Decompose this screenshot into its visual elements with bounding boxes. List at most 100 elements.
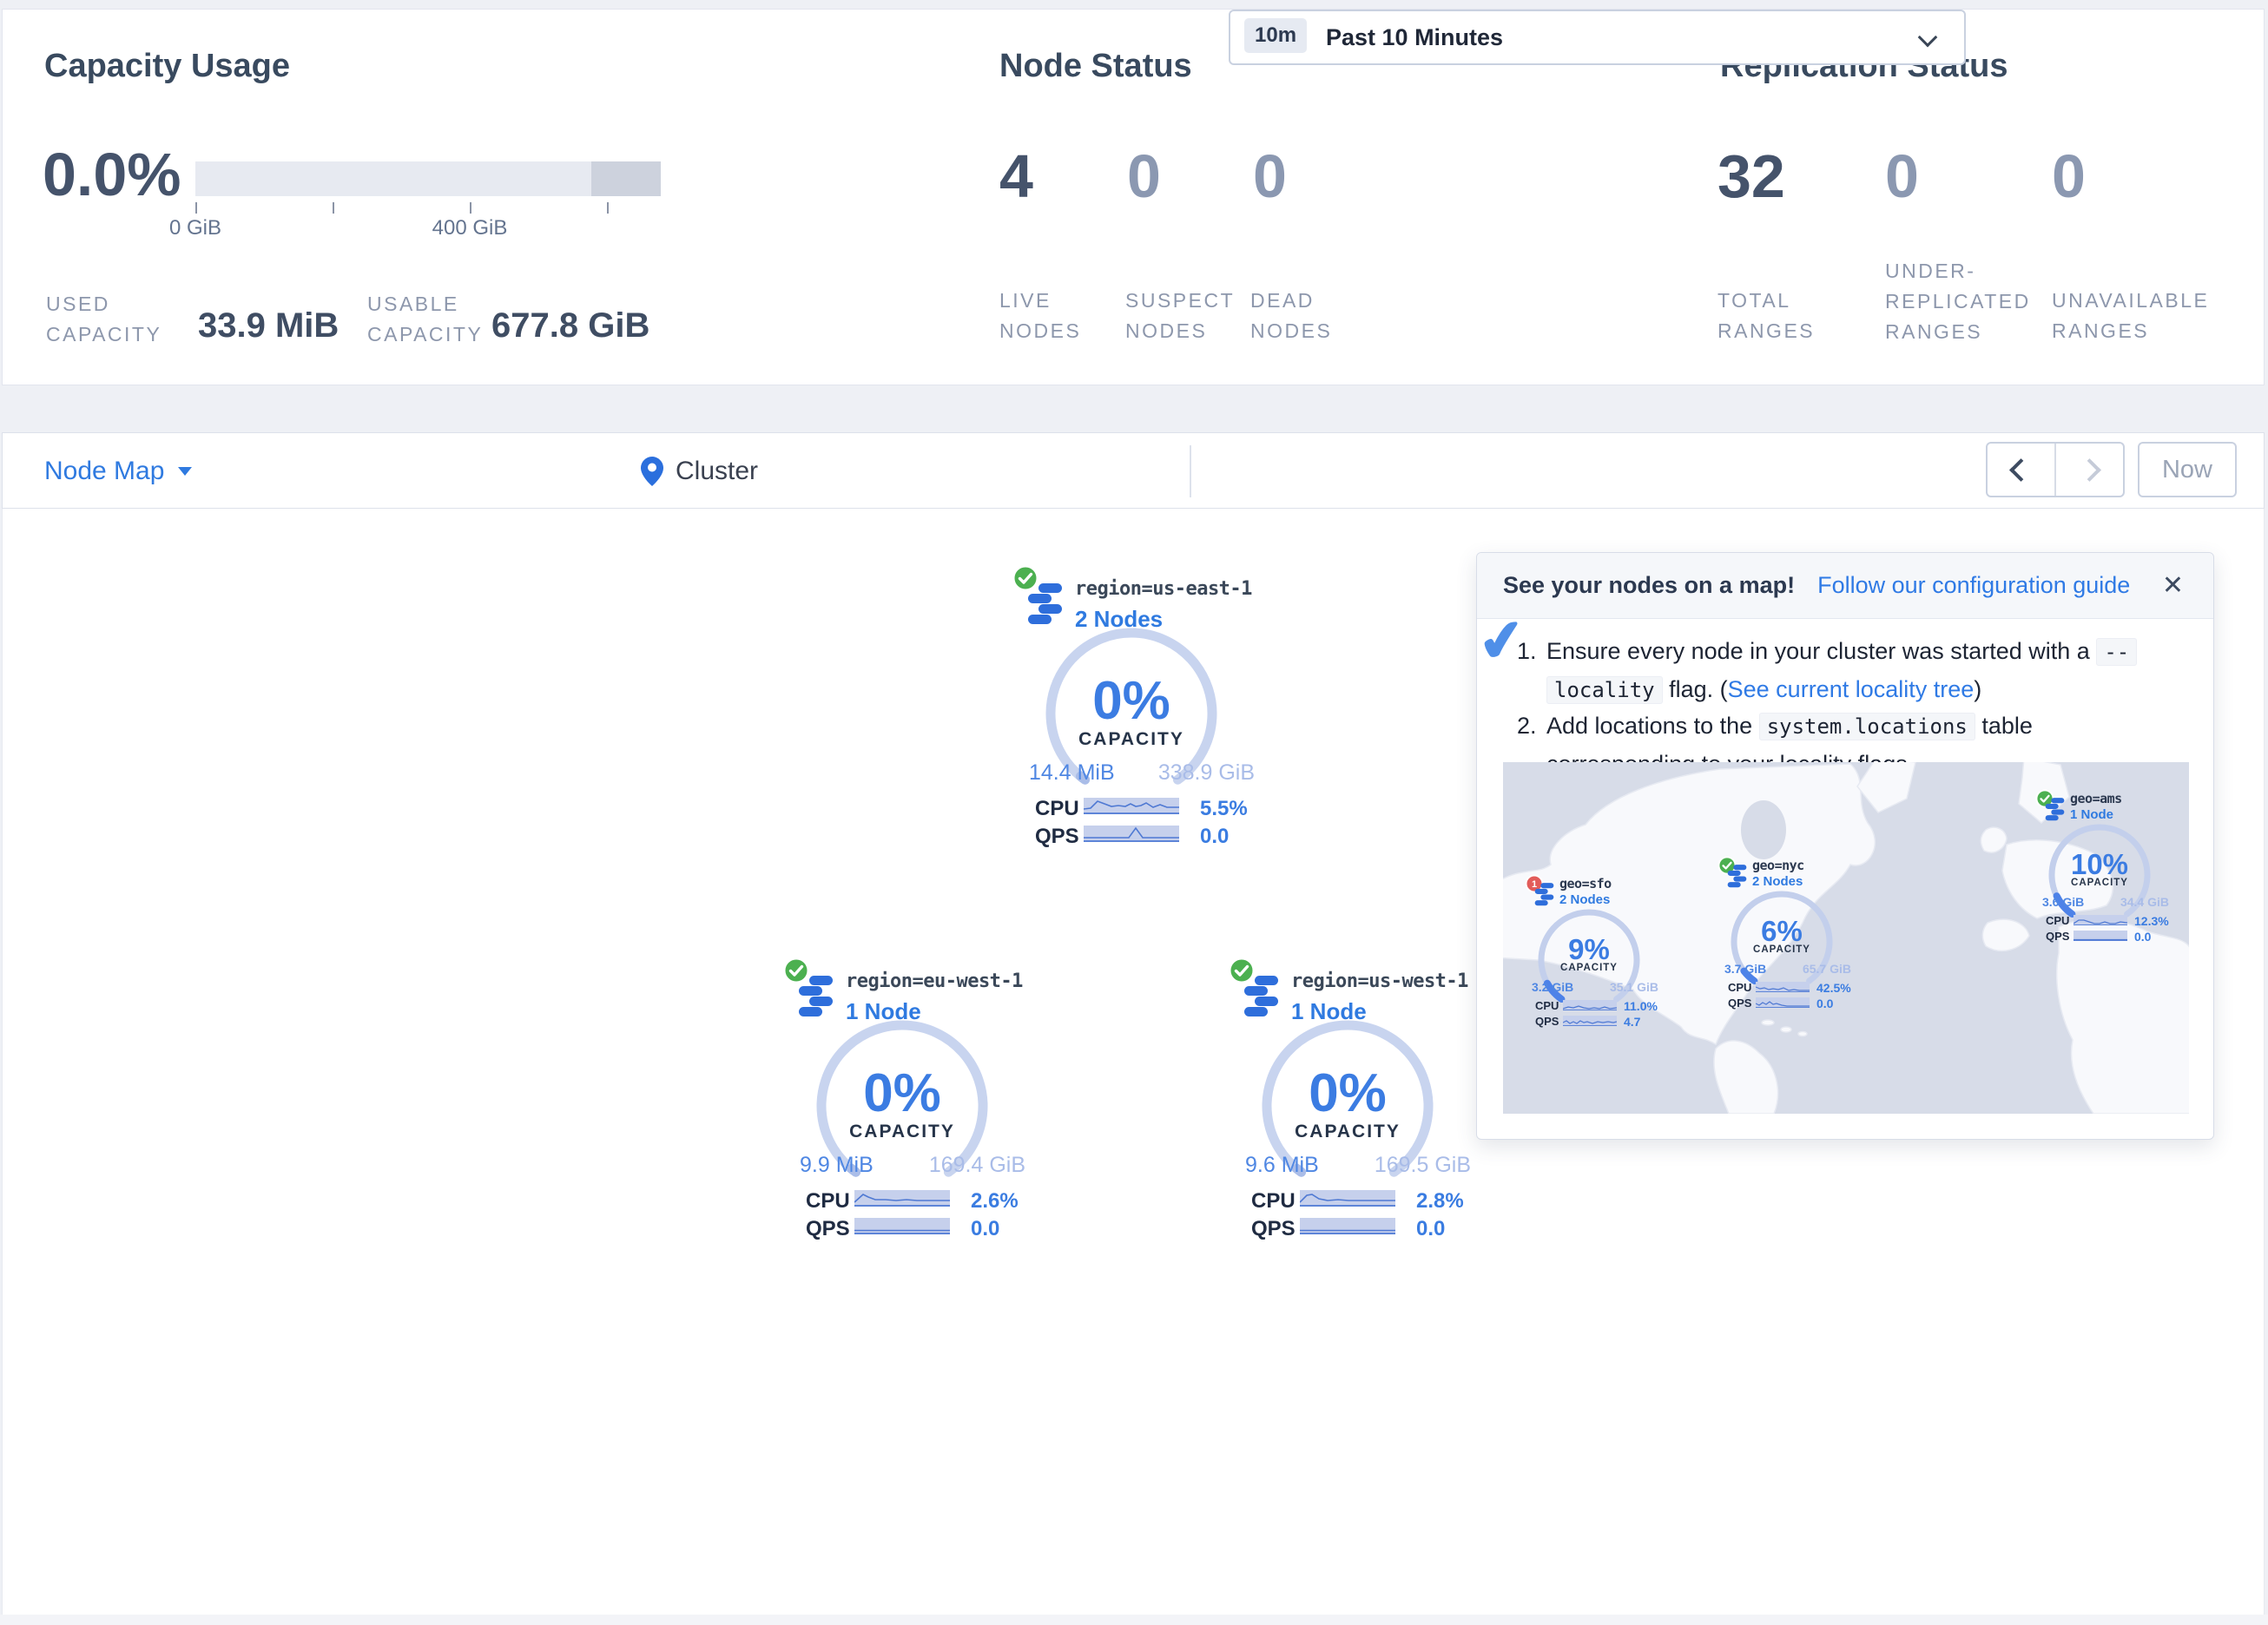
time-range-dropdown[interactable]: 10m Past 10 Minutes [1229,10,1966,65]
qps-sparkline [1563,1016,1617,1026]
time-range-label: Past 10 Minutes [1326,24,1503,51]
live-nodes-value: 4 [999,141,1033,211]
capacity-tick-label-400: 400 GiB [418,216,522,240]
toolbar-divider [1190,445,1191,497]
map-pin-icon [641,457,663,486]
unavailable-ranges-value: 0 [2052,141,2086,211]
breadcrumb-label: Cluster [676,457,758,486]
page-bottom-strip [0,1615,2268,1625]
region-label[interactable]: region=us-east-1 [1075,578,1252,600]
capacity-usage-title: Capacity Usage [44,48,290,85]
used-capacity-label: USED CAPACITY [46,289,198,350]
qps-label: QPS [2046,930,2069,943]
view-mode-dropdown[interactable]: Node Map [44,433,192,510]
suspect-nodes-value: 0 [1127,141,1161,211]
capacity-used: 14.4 MiB [1029,760,1115,786]
cpu-label: CPU [2046,914,2069,927]
capacity-total: 338.9 GiB [1158,760,1255,786]
unavailable-ranges-label: UNAVAILABLE RANGES [2052,286,2247,346]
cpu-label: CPU [1251,1189,1296,1214]
code-locality-flag: -- [2096,638,2137,666]
under-replicated-label: UNDER-REPLICATED RANGES [1885,256,2072,347]
close-icon[interactable]: ✕ [2162,570,2184,601]
capacity-used: 9.6 MiB [1245,1153,1319,1178]
code-system-locations: system.locations [1759,713,1975,740]
time-step-buttons [1986,442,2125,497]
configuration-guide-link[interactable]: Follow our configuration guide [1817,572,2130,599]
capacity-used: 9.9 MiB [800,1153,874,1178]
example-node-map-image: 1 geo=sfo 2 Nodes 9% CAPACITY 3.2 GiB 35… [1503,762,2189,1114]
cpu-sparkline [2074,915,2127,925]
time-next-button[interactable] [2054,444,2123,496]
region-label[interactable]: region=eu-west-1 [846,970,1023,992]
capacity-tick [333,202,334,214]
cpu-sparkline [1563,1000,1617,1010]
capacity-tick-label-0: 0 GiB [143,216,247,240]
qps-value: 0.0 [1200,825,1229,849]
now-button[interactable]: Now [2138,442,2237,497]
live-nodes-label: LIVE NODES [999,286,1117,346]
dead-nodes-label: DEAD NODES [1250,286,1368,346]
panel-title: See your nodes on a map! [1503,572,1795,599]
capacity-total: 169.4 GiB [929,1153,1025,1178]
qps-value: 0.0 [971,1217,999,1241]
cpu-label: CPU [1035,797,1079,821]
time-range-badge: 10m [1244,18,1307,53]
cpu-value: 2.8% [1416,1189,1464,1214]
capacity-tick [607,202,609,214]
qps-sparkline [854,1218,950,1234]
cpu-value: 12.3% [2134,914,2169,928]
step-text: Add locations to the [1546,713,1752,739]
locality-tree-link[interactable]: See current locality tree [1728,676,1975,702]
cpu-value: 2.6% [971,1189,1019,1214]
step-text: flag. ( [1669,676,1728,702]
qps-sparkline [1084,826,1179,842]
capacity-caption: CAPACITY [2047,878,2152,888]
chevron-right-icon [2078,458,2101,482]
map-node-ams: geo=ams 1 Node 10% CAPACITY 3.6 GiB 34.4… [2035,789,2174,945]
map-node-sfo: 1 geo=sfo 2 Nodes 9% CAPACITY 3.2 GiB 35… [1525,874,1664,1030]
qps-value: 0.0 [1816,997,1833,1010]
capacity-caption: CAPACITY [815,1122,989,1142]
capacity-percent: 0.0% [43,140,181,209]
breadcrumb[interactable]: Cluster [641,433,758,510]
region-card-us-east-1[interactable]: region=us-east-1 2 Nodes 0% CAPACITY 14.… [1012,564,1263,859]
cpu-label: CPU [1728,981,1751,994]
capacity-percent: 0% [1045,670,1218,732]
qps-sparkline [1300,1218,1395,1234]
qps-value: 0.0 [1416,1217,1445,1241]
qps-value: 4.7 [1624,1015,1640,1029]
cpu-value: 5.5% [1200,797,1248,821]
big-check-icon: ✔ [1474,606,1530,677]
capacity-percent: 0% [815,1062,989,1124]
qps-label: QPS [1035,825,1079,849]
locality-label: geo=sfo [1559,876,1612,891]
panel-header: See your nodes on a map! Follow our conf… [1477,553,2213,619]
capacity-used: 3.7 GiB [1724,962,1766,976]
cpu-value: 42.5% [1816,981,1851,995]
step-text: ) [1974,676,1981,702]
step-text: Ensure every node in your cluster was st… [1546,638,2090,664]
dead-nodes-value: 0 [1253,141,1287,211]
qps-label: QPS [1728,997,1751,1010]
region-card-eu-west-1[interactable]: region=eu-west-1 1 Node 0% CAPACITY 9.9 … [782,957,1034,1252]
capacity-bar-reserved [591,161,661,196]
capacity-percent: 10% [2047,848,2152,881]
database-stack-icon [2044,798,2066,821]
time-prev-button[interactable] [1988,444,2054,496]
view-mode-label: Node Map [44,457,164,486]
cpu-sparkline [1756,982,1810,992]
qps-label: QPS [1535,1015,1559,1028]
chevron-down-icon [1918,28,1938,48]
cpu-sparkline [1300,1190,1395,1207]
cpu-value: 11.0% [1624,999,1658,1013]
cluster-summary-bar: Capacity Usage 0.0% 0 GiB 400 GiB USED C… [2,9,2265,385]
capacity-tick [195,202,197,214]
qps-sparkline [1756,997,1810,1008]
region-label[interactable]: region=us-west-1 [1291,970,1468,992]
locality-label: geo=ams [2070,791,2122,806]
qps-value: 0.0 [2134,930,2151,944]
region-card-us-west-1[interactable]: region=us-west-1 1 Node 0% CAPACITY 9.6 … [1228,957,1480,1252]
suspect-nodes-label: SUSPECT NODES [1125,286,1256,346]
locality-label: geo=nyc [1752,858,1804,873]
